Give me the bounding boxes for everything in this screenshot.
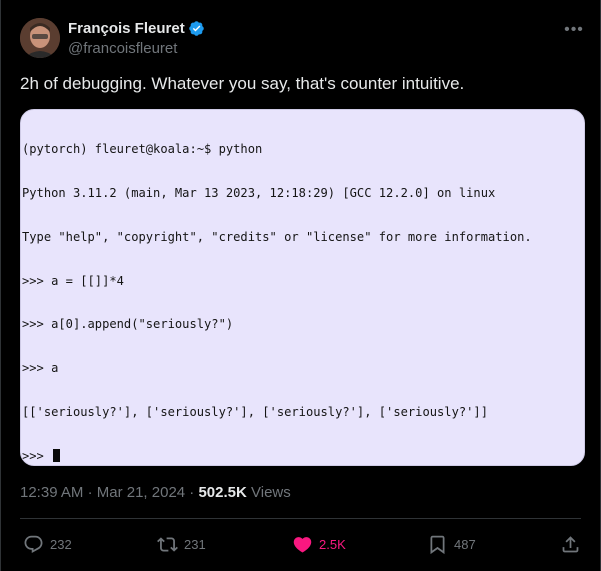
action-bar: 232 231 2.5K 487	[1, 528, 601, 560]
share-button[interactable]	[560, 528, 581, 560]
divider	[20, 518, 581, 519]
views-count: 502.5K	[198, 484, 247, 501]
reply-count: 232	[50, 536, 72, 552]
bookmark-count: 487	[454, 536, 476, 552]
author-handle[interactable]: @francoisfleuret	[68, 40, 177, 57]
verified-badge-icon	[188, 21, 204, 36]
author-name-row[interactable]: François Fleuret	[68, 20, 205, 37]
terminal-line: >>> a	[22, 361, 59, 376]
terminal-line: >>> a = [[]]*4	[22, 273, 124, 288]
tweet-text: 2h of debugging. Whatever you say, that'…	[20, 74, 465, 93]
bookmark-button[interactable]: 487	[427, 528, 476, 560]
terminal-screenshot[interactable]: (pytorch) fleuret@koala:~$ python Python…	[20, 109, 585, 466]
repost-count: 231	[184, 536, 206, 552]
terminal-line: (pytorch) fleuret@koala:~$ python	[22, 142, 263, 157]
like-count: 2.5K	[319, 536, 346, 552]
terminal-line: Python 3.11.2 (main, Mar 13 2023, 12:18:…	[22, 185, 496, 200]
terminal-line: [['seriously?'], ['seriously?'], ['serio…	[22, 404, 488, 419]
meta-separator: ·	[87, 484, 93, 501]
terminal-cursor	[53, 448, 61, 462]
author-name[interactable]: François Fleuret	[68, 20, 185, 37]
meta-separator: ·	[189, 484, 195, 501]
bookmark-icon	[430, 535, 445, 554]
reply-icon	[24, 535, 43, 553]
terminal-line: Type "help", "copyright", "credits" or "…	[22, 229, 532, 244]
terminal-text: (pytorch) fleuret@koala:~$ python Python…	[22, 113, 532, 465]
terminal-line: >>> a[0].append("seriously?")	[22, 317, 234, 332]
avatar[interactable]	[20, 18, 60, 58]
tweet-date[interactable]: Mar 21, 2024	[97, 484, 185, 501]
reply-button[interactable]: 232	[23, 528, 72, 560]
share-icon	[562, 535, 579, 552]
tweet-meta: 12:39 AM · Mar 21, 2024 · 502.5K Views	[20, 484, 291, 501]
repost-button[interactable]: 231	[157, 528, 206, 560]
tweet: François Fleuret @francoisfleuret ••• 2h…	[0, 0, 601, 571]
tweet-time[interactable]: 12:39 AM	[20, 484, 83, 501]
repost-icon	[157, 536, 178, 552]
terminal-prompt: >>>	[22, 448, 52, 463]
like-icon	[293, 536, 312, 553]
more-icon[interactable]: •••	[564, 20, 584, 40]
avatar-image	[20, 18, 60, 58]
views-label: Views	[251, 484, 291, 501]
like-button[interactable]: 2.5K	[292, 528, 346, 560]
terminal-prompt-line: >>>	[22, 448, 532, 464]
